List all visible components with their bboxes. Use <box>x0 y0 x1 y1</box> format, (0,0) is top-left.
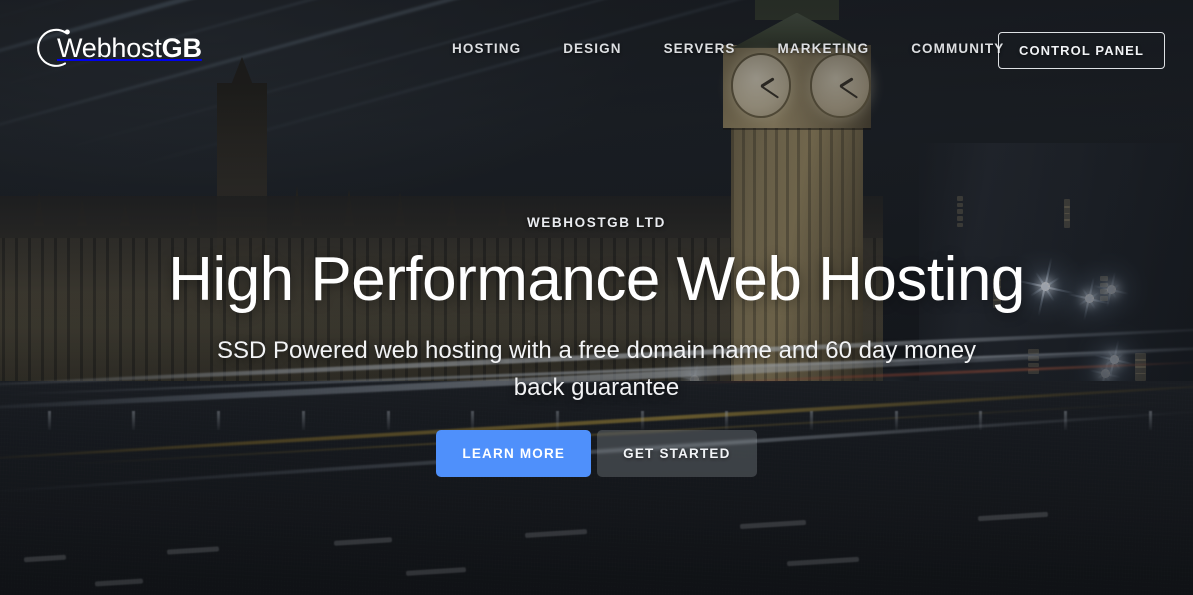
nav-item-servers[interactable]: SERVERS <box>664 41 736 56</box>
nav-item-marketing[interactable]: MARKETING <box>778 41 870 56</box>
nav-item-hosting[interactable]: HOSTING <box>452 41 521 56</box>
hero-section: WebhostGB HOSTING DESIGN SERVERS MARKETING C… <box>0 0 1193 595</box>
learn-more-button[interactable]: LEARN MORE <box>436 430 592 478</box>
control-panel-button[interactable]: CONTROL PANEL <box>997 32 1165 69</box>
logo-wordmark-suffix: GB <box>161 32 202 63</box>
get-started-button[interactable]: GET STARTED <box>597 430 757 478</box>
nav-item-community[interactable]: COMMUNITY <box>911 41 1004 56</box>
circle-arc-dot-icon <box>31 24 79 72</box>
hero-subheadline: SSD Powered web hosting with a free doma… <box>216 337 977 402</box>
main-navigation: HOSTING DESIGN SERVERS MARKETING COMMUNITY <box>452 0 1004 96</box>
hero-headline: High Performance Web Hosting <box>168 245 1025 314</box>
nav-item-design[interactable]: DESIGN <box>563 41 621 56</box>
hero-cta-row: LEARN MORE GET STARTED <box>436 430 757 478</box>
hero-eyebrow: WEBHOSTGB LTD <box>526 215 667 230</box>
site-header: WebhostGB HOSTING DESIGN SERVERS MARKETING C… <box>0 0 1193 96</box>
site-logo[interactable]: WebhostGB <box>31 20 202 76</box>
